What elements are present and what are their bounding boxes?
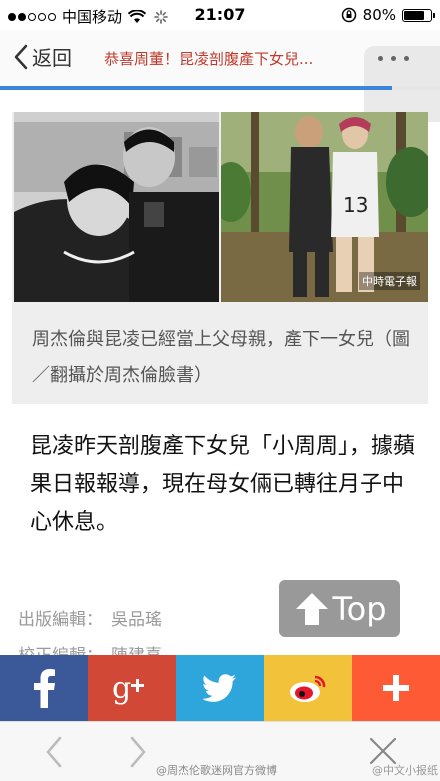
photo-caption: 周杰倫與昆凌已經當上父母親，產下一女兒（圖／翻攝於周杰倫臉書） (32, 329, 410, 386)
orientation-lock-icon (341, 7, 356, 23)
share-facebook-button[interactable] (0, 655, 88, 721)
share-twitter-button[interactable] (176, 655, 264, 721)
article-body: 昆凌昨天剖腹產下女兒「小周周」，據蘋果日報報導，現在母女倆已轉往月子中心休息。 (30, 434, 416, 535)
google-plus-icon: g (112, 671, 144, 705)
browser-forward-button[interactable] (128, 736, 148, 772)
battery-icon (402, 8, 435, 22)
more-dots-icon (378, 56, 409, 61)
status-bar: 中国移动 21:07 80% (0, 0, 440, 30)
battery-percent: 80% (362, 6, 396, 24)
browser-back-button[interactable] (44, 736, 64, 772)
photo-watermark: 中時電子報 (359, 272, 420, 290)
back-to-top-label: Top (332, 589, 387, 628)
browser-toolbar: @周杰伦歌迷网官方微博 @中文小报纸 (0, 721, 440, 781)
chevron-left-icon (14, 44, 28, 69)
svg-text:g: g (112, 671, 131, 705)
credit-editor: 出版編輯： 吳品瑤 (18, 602, 162, 638)
couple-photo-bw (14, 112, 219, 302)
page-title: 恭喜周董！昆凌剖腹產下女兒... (104, 50, 314, 68)
share-more-button[interactable] (352, 655, 440, 721)
chevron-left-icon (46, 736, 62, 768)
nav-bar: 返回 恭喜周董！昆凌剖腹產下女兒... (0, 30, 440, 122)
image-watermark-2: @中文小报纸 (372, 764, 438, 777)
credit-value: 吳品瑤 (111, 610, 162, 630)
share-googleplus-button[interactable]: g (88, 655, 176, 721)
couple-photo-park: 13 中時電子報 (221, 112, 428, 302)
plus-icon (383, 675, 409, 701)
twitter-icon (203, 674, 236, 702)
more-menu-button[interactable] (364, 46, 440, 122)
share-bar: g (0, 655, 440, 721)
article-figure: 13 中時電子報 周杰倫與昆凌已經當上父母親，產下一女兒（圖／翻攝於周杰倫臉書） (12, 112, 428, 404)
image-watermark: @周杰伦歌迷网官方微博 (156, 764, 277, 777)
svg-text:13: 13 (343, 193, 368, 217)
status-right: 80% (341, 6, 435, 24)
back-label: 返回 (32, 46, 72, 70)
back-button[interactable]: 返回 (14, 42, 72, 71)
page-load-progress (0, 86, 440, 90)
credit-label: 出版編輯： (18, 610, 103, 630)
facebook-icon (34, 669, 55, 708)
share-weibo-button[interactable] (264, 655, 352, 721)
arrow-up-icon (295, 592, 328, 625)
weibo-icon (290, 675, 326, 702)
back-to-top-button[interactable]: Top (279, 580, 400, 637)
chevron-right-icon (130, 736, 146, 768)
